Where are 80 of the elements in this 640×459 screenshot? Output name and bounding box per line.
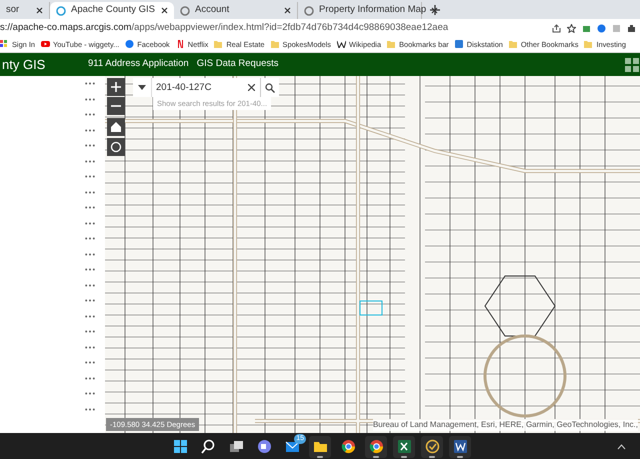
more-icon[interactable]: [85, 330, 95, 333]
close-icon[interactable]: [36, 7, 43, 14]
browser-tab[interactable]: Account: [174, 2, 298, 19]
windows-icon: [228, 439, 244, 454]
mail-icon: [284, 439, 300, 454]
apps-icon: [0, 40, 9, 48]
zoom-out-button[interactable]: [107, 97, 125, 115]
more-icon[interactable]: [85, 299, 95, 302]
more-icon[interactable]: [85, 160, 95, 162]
more-icon[interactable]: [85, 237, 95, 240]
search-icon: [265, 82, 275, 92]
checkmark-icon: [424, 439, 440, 454]
more-icon[interactable]: [85, 268, 95, 271]
more-icon[interactable]: [85, 206, 95, 209]
tab-favicon-icon: [56, 6, 66, 16]
letter-logo-icon: [176, 40, 185, 48]
address-bar[interactable]: s://apache-co.maps.arcgis.com/apps/webappviewer/index.html?id=2fdb74d76b734d4c98869038eae12aea: [0, 20, 546, 36]
puzzle-icon[interactable]: [627, 24, 636, 32]
star-icon[interactable]: [567, 24, 576, 32]
folder-icon: [270, 40, 280, 48]
taskbar-button[interactable]: [421, 436, 443, 458]
locate-button[interactable]: [107, 138, 125, 156]
more-icon[interactable]: [85, 284, 95, 286]
close-icon: [248, 84, 255, 91]
zoom-in-button[interactable]: [107, 78, 125, 96]
video-chat-icon: [256, 439, 272, 454]
browser-logo-icon: [368, 439, 384, 454]
more-icon[interactable]: [85, 222, 95, 224]
more-icon[interactable]: [85, 175, 95, 178]
zoom-in-icon: [111, 82, 121, 92]
more-icon[interactable]: [85, 113, 95, 116]
home-icon: [111, 122, 121, 132]
home-button[interactable]: [107, 118, 125, 136]
browser-tab[interactable]: Apache County GIS: [50, 2, 174, 19]
locate-icon: [110, 141, 122, 153]
more-icon[interactable]: [85, 408, 95, 410]
x-logo-icon: [396, 439, 412, 454]
taskbar-button[interactable]: [365, 436, 387, 458]
more-icon[interactable]: [85, 252, 95, 256]
folder-icon: [584, 40, 594, 48]
square-logo-icon: [454, 40, 464, 48]
folder-icon: [214, 40, 224, 48]
windows-logo-icon: [172, 439, 188, 454]
browser-logo-icon: [340, 439, 356, 454]
search-button[interactable]: [260, 78, 279, 97]
circle-logo-icon: [125, 40, 134, 48]
tab-favicon-icon: [304, 6, 314, 16]
more-icon[interactable]: [85, 361, 95, 364]
more-icon[interactable]: [85, 314, 95, 318]
more-icon[interactable]: [85, 144, 95, 147]
more-icon[interactable]: [85, 82, 95, 85]
caret-icon: [138, 85, 146, 90]
folder-icon: [508, 40, 518, 48]
app-title: nty GIS: [1, 56, 46, 74]
taskbar-button[interactable]: [449, 436, 471, 458]
attribution-text: Bureau of Land Management, Esri, HERE, Garmin, GeoTechnologies, Inc.,: [372, 419, 638, 431]
folder-icon: [387, 40, 396, 48]
more-icon[interactable]: [85, 98, 95, 100]
dropdown-button[interactable]: [133, 78, 152, 97]
header-link[interactable]: GIS Data Requests: [196, 57, 279, 72]
folder-icon: [312, 439, 328, 454]
tab-favicon-icon: [180, 6, 190, 16]
taskbar-button[interactable]: [393, 436, 415, 458]
search-icon: [200, 439, 216, 454]
w-logo-icon: [337, 40, 346, 48]
close-icon[interactable]: [161, 7, 168, 14]
chevron-up-icon[interactable]: [617, 444, 626, 450]
more-icon[interactable]: [85, 190, 95, 194]
more-icon[interactable]: [85, 376, 95, 380]
w-logo-icon: [452, 439, 468, 454]
more-icon[interactable]: [85, 128, 95, 132]
search-field[interactable]: 201-40-127C: [152, 78, 244, 97]
grid-icon[interactable]: [625, 58, 639, 72]
close-icon[interactable]: [284, 7, 291, 14]
header-link[interactable]: 911 Address Application: [88, 57, 189, 72]
more-icon[interactable]: [85, 392, 95, 395]
taskbar-button[interactable]: [309, 436, 331, 458]
more-icon[interactable]: [85, 346, 95, 348]
share-icon[interactable]: [552, 24, 561, 32]
play-icon: [41, 40, 50, 48]
